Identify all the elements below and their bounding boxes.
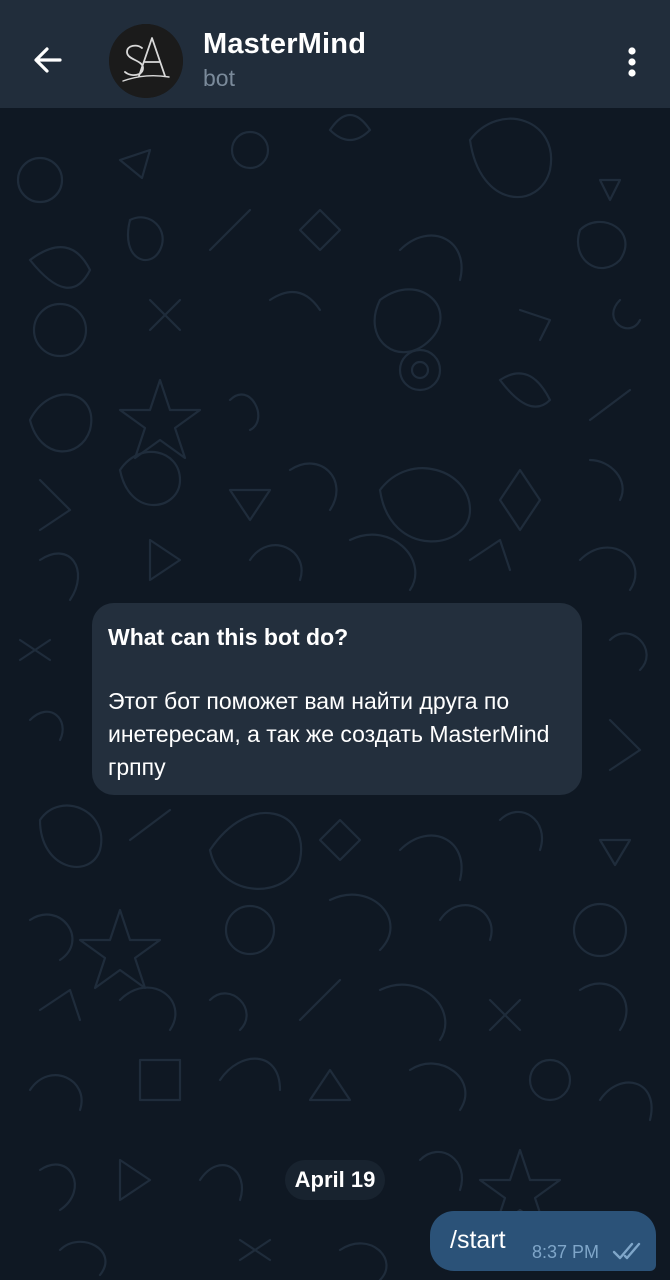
bot-info-description: Этот бот поможет вам найти друга по инет…	[108, 688, 550, 780]
message-text: /start	[450, 1226, 506, 1254]
chat-subtitle: bot	[203, 65, 235, 91]
bot-avatar[interactable]	[109, 24, 183, 98]
chat-title-block[interactable]: MasterMind bot	[203, 26, 366, 93]
outgoing-message-bubble[interactable]: /start 8:37 PM	[430, 1211, 656, 1271]
date-separator: April 19	[285, 1160, 385, 1200]
chat-header: MasterMind bot	[0, 0, 670, 108]
message-time: 8:37 PM	[532, 1242, 600, 1262]
more-vertical-icon	[628, 47, 636, 77]
arrow-left-icon	[34, 47, 62, 73]
chat-title: MasterMind	[203, 28, 367, 60]
double-check-icon	[612, 1242, 641, 1260]
bot-info-card: What can this bot do? Этот бот поможет в…	[92, 603, 582, 795]
mastermind-logo-icon	[109, 24, 183, 98]
chat-screen: MasterMind bot What can this bot do? Это…	[0, 0, 670, 1280]
bot-info-title: What can this bot do?	[108, 624, 349, 650]
more-menu-button[interactable]	[608, 38, 656, 86]
back-button[interactable]	[18, 30, 78, 90]
